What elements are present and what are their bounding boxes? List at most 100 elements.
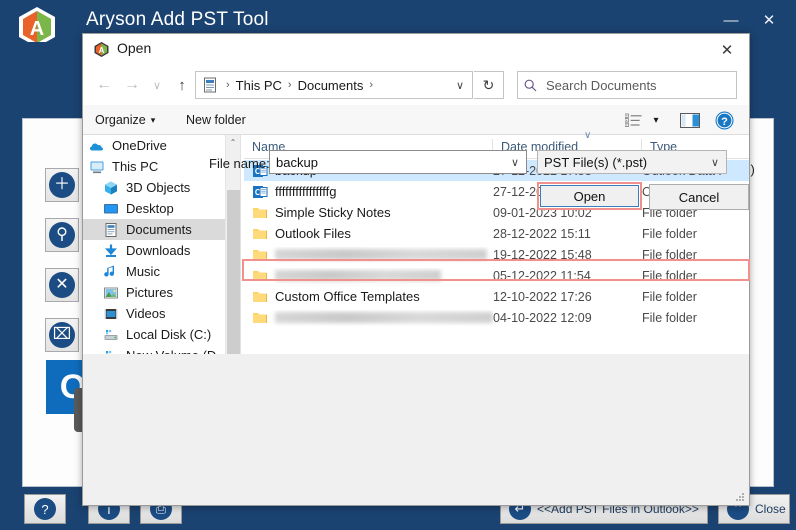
file-type-filter-select[interactable]: PST File(s) (*.pst) ∨ [537,150,727,174]
close-app-label: Close [755,502,786,516]
table-row[interactable]: 19-12-2022 15:48 File folder [244,244,749,265]
preview-pane-button[interactable] [677,109,703,131]
nav-item-music[interactable]: Music [83,261,225,282]
file-name-text: Outlook Files [275,226,351,241]
dialog-nav-bar: ← → ∨ ↑ › This PC › Documents › ∨ ↻ [83,65,749,105]
up-one-level-button[interactable]: ↑ [171,74,193,96]
file-name-cell [244,268,493,284]
table-row[interactable]: 04-10-2022 12:09 File folder [244,307,749,328]
file-name-input[interactable]: backup ∨ [269,150,527,174]
nav-item-videos[interactable]: Videos [83,303,225,324]
dialog-title-bar: A Open ✕ [83,34,749,65]
resize-grip-icon[interactable] [734,491,746,503]
view-mode-button[interactable] [621,109,647,131]
file-name-text: ffffffffffffffffg [275,184,337,199]
minimize-button[interactable]: — [714,5,748,35]
file-date-cell: 04-10-2022 12:09 [493,310,592,325]
organize-label: Organize [95,113,146,127]
nav-item-label: OneDrive [112,138,167,153]
scroll-up-arrow[interactable]: ⌃ [226,135,240,150]
new-folder-label: New folder [186,113,246,127]
table-row[interactable]: Custom Office Templates 12-10-2022 17:26 F… [244,286,749,307]
folder-icon [253,312,267,323]
file-date-cell: 05-12-2022 11:54 [493,268,591,283]
nav-item-local-disk-c[interactable]: Local Disk (C:) [83,324,225,345]
cancel-button[interactable]: Cancel [649,184,749,210]
back-button[interactable]: ← [93,74,115,96]
file-name-cell [244,247,493,263]
folder-icon [253,228,267,239]
videos-icon [104,308,118,319]
nav-item-downloads[interactable]: Downloads [83,240,225,261]
sort-indicator-icon: ∨ [584,130,592,141]
remove-button[interactable]: ✕ [45,268,79,302]
refresh-button[interactable]: ↻ [474,71,504,99]
chevron-down-icon: ▾ [150,114,156,125]
folder-icon [253,207,267,218]
list-view-icon [625,113,642,127]
breadcrumb[interactable]: › This PC › Documents › ∨ [195,71,473,99]
nav-item-label: Music [126,264,160,279]
folder-icon [253,270,267,281]
file-date-cell: 12-10-2022 17:26 [493,289,592,304]
help-button[interactable]: ? [24,494,66,524]
table-row[interactable]: 05-12-2022 11:54 File folder [244,265,749,286]
search-input[interactable] [544,76,724,94]
file-name-dropdown-icon[interactable]: ∨ [504,151,526,173]
nav-item-onedrive[interactable]: OneDrive [83,135,225,156]
search-box[interactable] [517,71,737,99]
file-type-cell: File folder [642,268,697,283]
dialog-command-bar: Organize ▾ New folder ▾ ? [83,105,749,135]
nav-item-label: Local Disk (C:) [126,327,212,342]
nav-item-desktop[interactable]: Desktop [83,198,225,219]
table-row[interactable]: Outlook Files 28-12-2022 15:11 File folder [244,223,749,244]
open-button[interactable]: Open [540,185,639,207]
file-type-dropdown-icon[interactable]: ∨ [704,151,726,173]
dialog-bottom-area [83,354,749,505]
recent-locations-button[interactable]: ∨ [146,74,168,96]
open-file-dialog: A Open ✕ ← → ∨ ↑ › This PC › Documents ›… [82,33,750,506]
file-date-cell: 28-12-2022 15:11 [493,226,591,241]
nav-item-pictures[interactable]: Pictures [83,282,225,303]
nav-item-label: Documents [126,222,192,237]
breadcrumb-separator-2: › [287,79,292,91]
drive-icon [104,329,118,340]
dialog-close-button[interactable]: ✕ [705,34,749,65]
file-name-value: backup [276,154,318,170]
help-button[interactable]: ? [711,109,737,131]
folder-icon [253,291,267,302]
remove-all-button[interactable]: ⌧ [45,318,79,352]
redacted-file-name [275,270,441,281]
file-name-label: File name: [209,156,270,171]
app-title: Aryson Add PST Tool [86,9,269,30]
close-window-button[interactable]: ✕ [752,5,786,35]
nav-item-this-pc[interactable]: This PC [83,156,225,177]
nav-item-label: Desktop [126,201,174,216]
file-type-cell: File folder [642,310,697,325]
file-type-cell: File folder [642,247,697,262]
3dobjects-icon [105,181,117,194]
file-name-cell: Offffffffffffffffg [244,184,493,200]
file-type-cell: File folder [642,226,697,241]
forward-button[interactable]: → [121,74,143,96]
breadcrumb-item-documents[interactable]: Documents [296,78,366,93]
svg-text:?: ? [721,116,728,128]
nav-item-documents[interactable]: Documents [83,219,225,240]
thispc-icon [90,161,104,173]
outlook-pst-icon: O [253,185,268,198]
view-mode-dropdown-icon[interactable]: ▾ [648,109,664,131]
nav-item-label: Downloads [126,243,191,258]
organize-menu[interactable]: Organize ▾ [95,110,155,130]
search-button[interactable]: ⚲ [45,218,79,252]
nav-item-3d-objects[interactable]: 3D Objects [83,177,225,198]
new-folder-button[interactable]: New folder [186,110,246,130]
add-button[interactable]: ＋ [45,168,79,202]
music-icon [104,265,115,277]
close-box-icon: ⌧ [49,322,75,348]
file-name-text: Custom Office Templates [275,289,420,304]
breadcrumb-dropdown-icon[interactable]: ∨ [448,72,472,98]
file-name-cell: Custom Office Templates [244,289,493,305]
breadcrumb-item-this-pc[interactable]: This PC [234,78,284,93]
documents-icon [105,222,117,237]
open-button-highlight: Open [537,182,642,210]
